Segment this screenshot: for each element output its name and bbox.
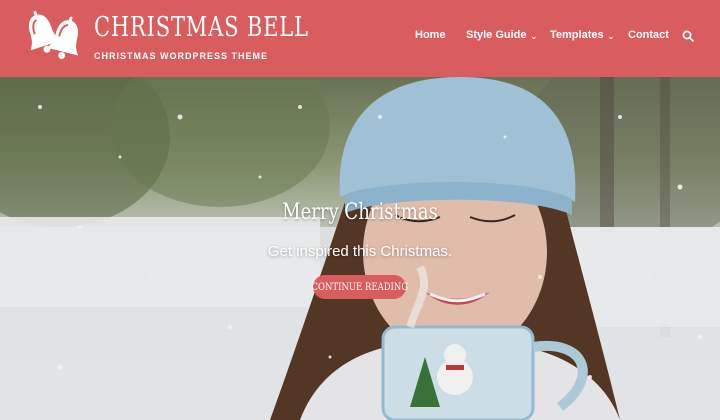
site-header: CHRISTMAS BELL CHRISTMAS WORDPRESS THEME…: [0, 0, 720, 77]
continue-reading-button[interactable]: CONTINUE READING: [311, 275, 408, 299]
nav-item-label: Templates: [550, 29, 604, 41]
nav-item-label: Style Guide: [466, 29, 527, 41]
search-icon[interactable]: [682, 30, 694, 42]
hero-banner: Merry Christmas Get inspired this Christ…: [0, 77, 720, 420]
hero-title[interactable]: Merry Christmas: [0, 200, 720, 225]
button-label: CONTINUE READING: [311, 281, 408, 293]
chevron-down-icon: ⌄: [607, 31, 615, 41]
main-nav: Home Style Guide ⌄ Templates ⌄ Contact: [0, 29, 720, 45]
nav-item-label: Contact: [628, 29, 669, 41]
nav-item-contact[interactable]: Contact: [628, 29, 669, 41]
site-tagline: CHRISTMAS WORDPRESS THEME: [94, 51, 269, 61]
nav-item-label: Home: [415, 29, 446, 41]
hero-title-text: Merry Christmas: [282, 200, 438, 225]
chevron-down-icon: ⌄: [530, 31, 538, 41]
hero-subtitle: Get inspired this Christmas.: [267, 243, 453, 260]
nav-item-templates[interactable]: Templates ⌄: [550, 29, 614, 41]
nav-item-style-guide[interactable]: Style Guide ⌄: [466, 29, 537, 41]
nav-item-home[interactable]: Home: [415, 29, 446, 41]
